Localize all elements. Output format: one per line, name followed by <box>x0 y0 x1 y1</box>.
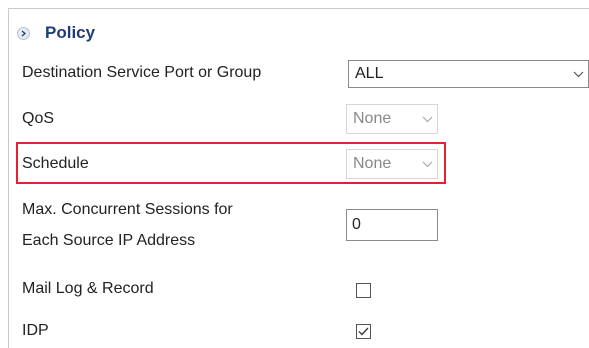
qos-select[interactable]: None <box>346 104 438 134</box>
schedule-highlight-box <box>16 142 446 184</box>
policy-section-header[interactable]: Policy <box>9 20 589 46</box>
max-sessions-input[interactable]: 0 <box>346 209 438 241</box>
circle-arrow-right-icon[interactable] <box>17 26 30 40</box>
idp-label: IDP <box>22 322 49 339</box>
section-title: Policy <box>45 23 96 42</box>
destination-select[interactable]: ALL <box>348 60 589 88</box>
idp-checkbox[interactable] <box>356 324 371 339</box>
qos-select-value: None <box>353 110 392 127</box>
mail-log-checkbox[interactable] <box>356 283 371 298</box>
max-sessions-input-value: 0 <box>352 216 361 233</box>
qos-label: QoS <box>22 110 55 127</box>
destination-select-value: ALL <box>355 65 384 82</box>
checkmark-icon <box>358 327 369 336</box>
max-sessions-label-line2: Each Source IP Address <box>22 232 196 249</box>
destination-label: Destination Service Port or Group <box>22 64 262 81</box>
max-sessions-label-line1: Max. Concurrent Sessions for <box>22 201 233 218</box>
mail-log-label: Mail Log & Record <box>22 280 154 297</box>
chevron-down-icon <box>568 71 588 78</box>
chevron-down-icon <box>417 116 437 123</box>
